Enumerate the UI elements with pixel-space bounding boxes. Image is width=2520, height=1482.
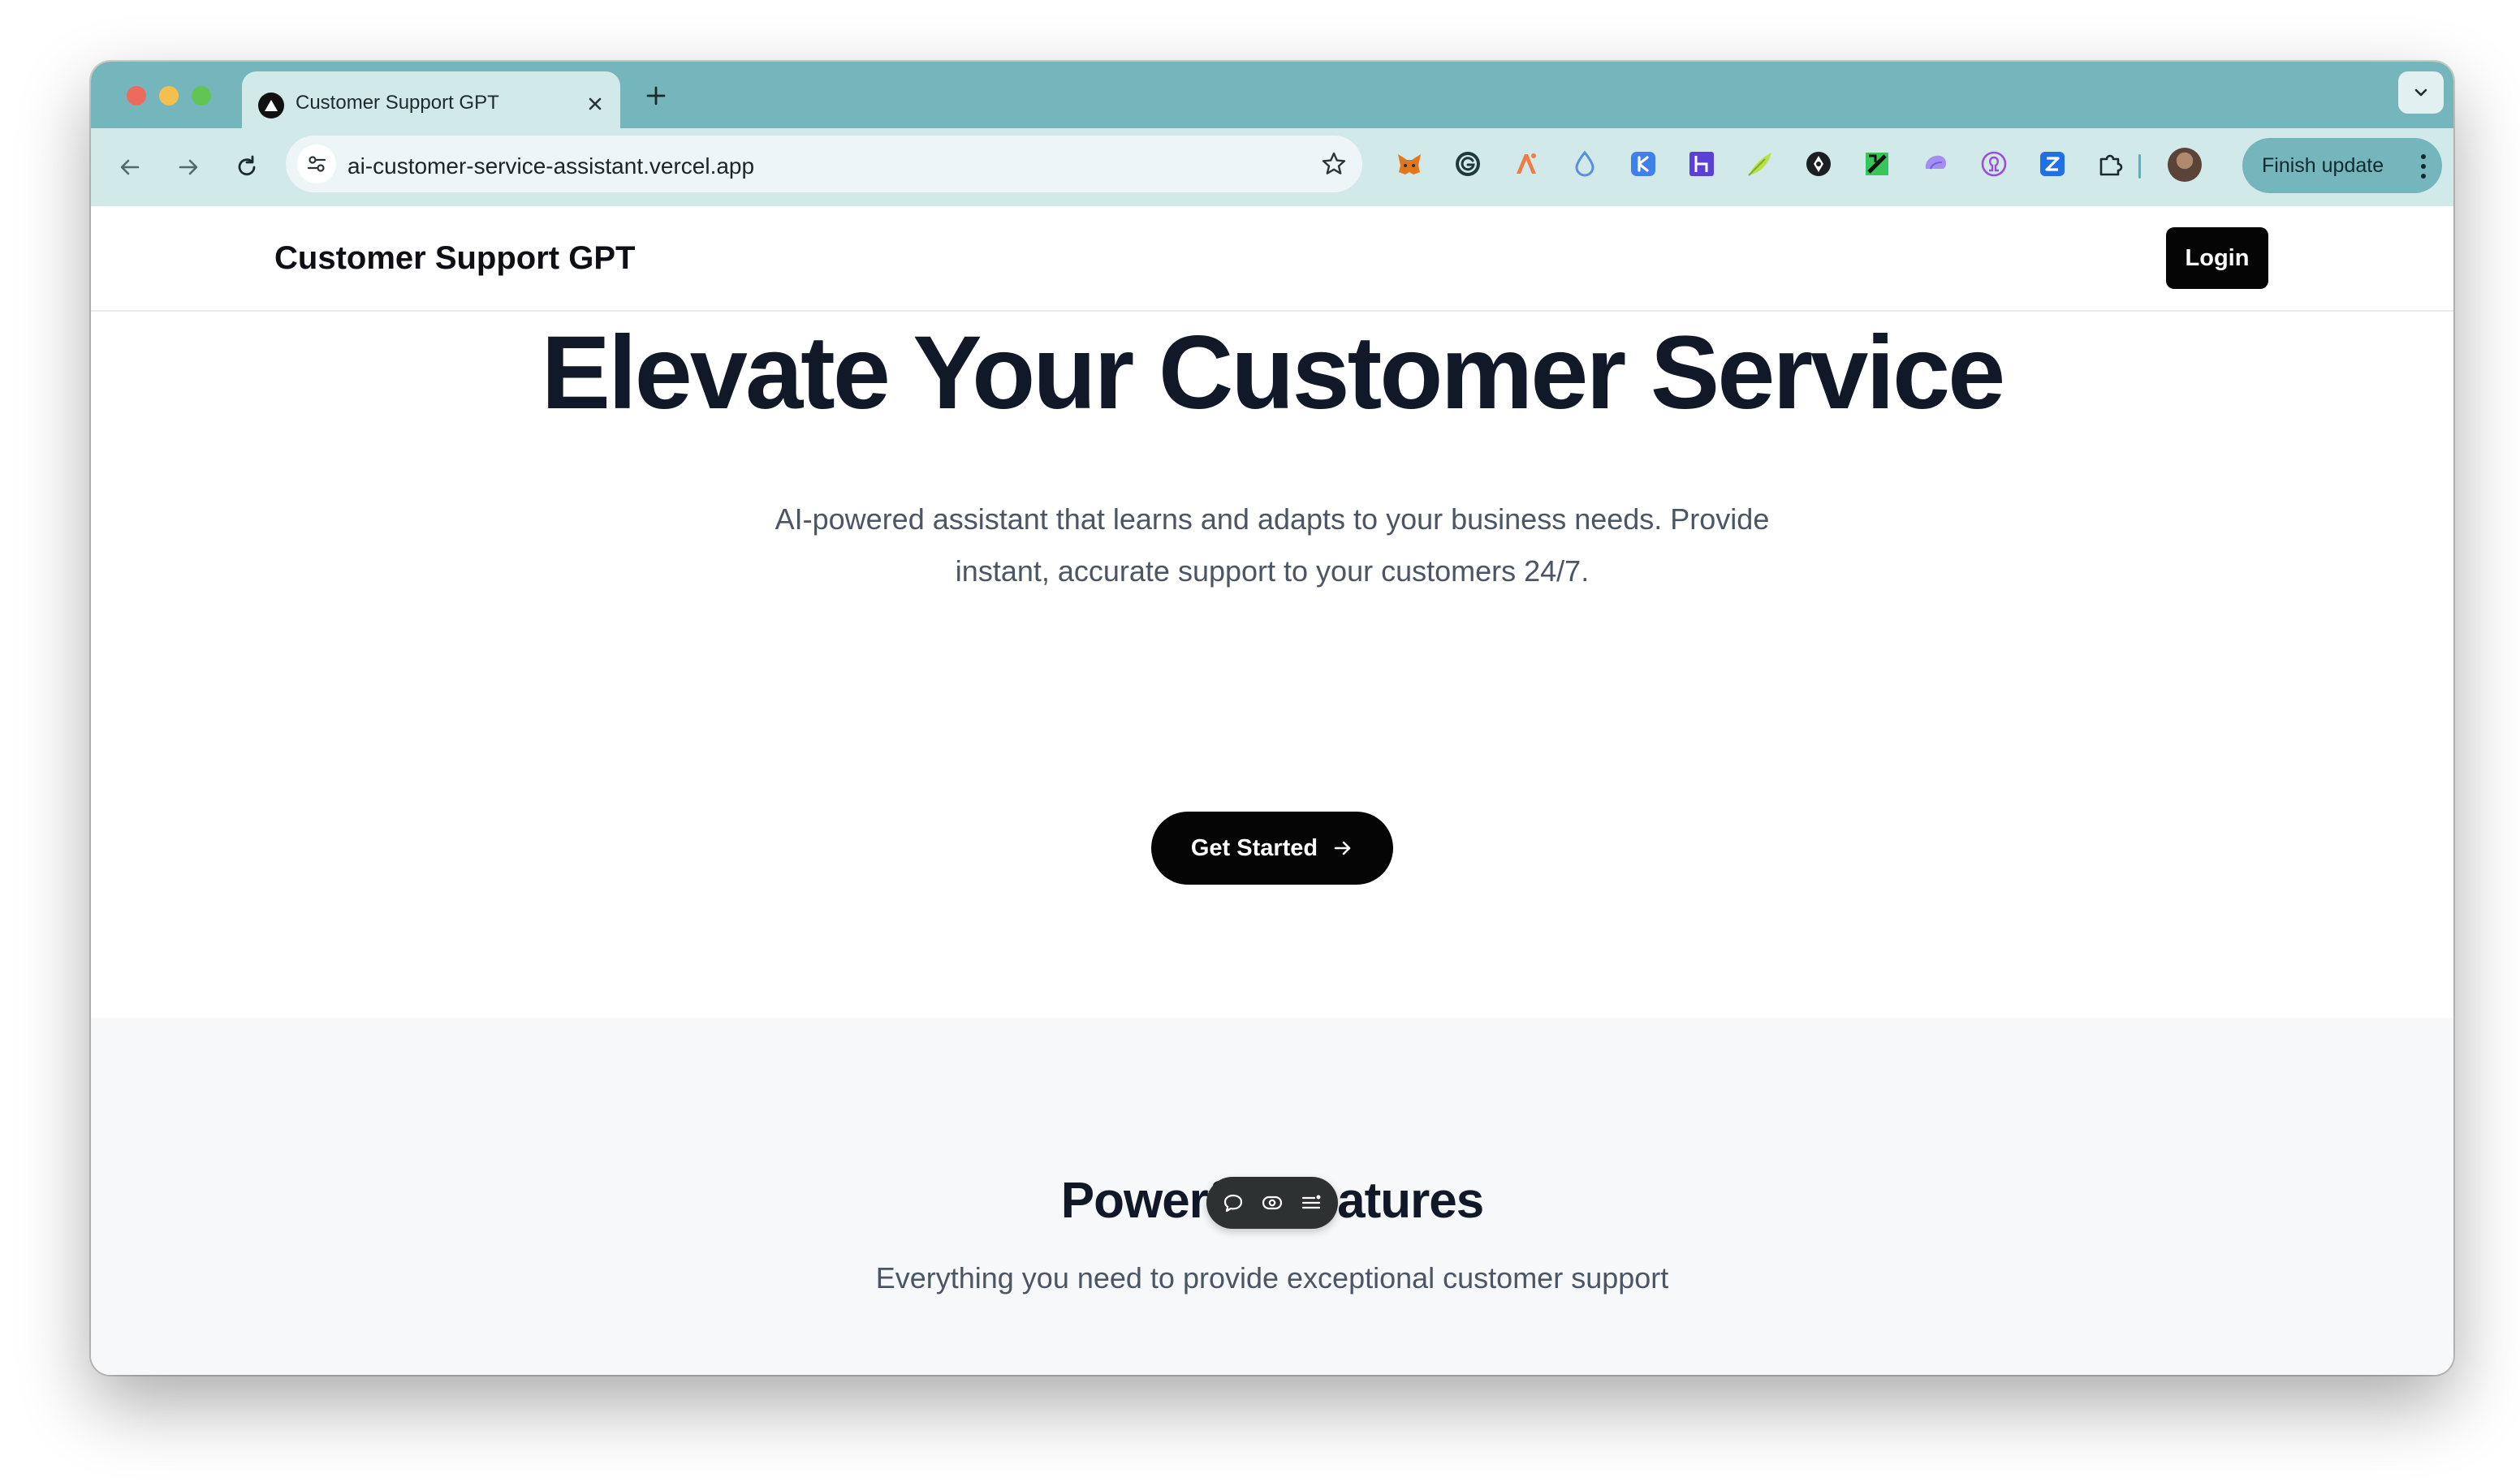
- browser-window: Customer Support GPT ai-customer-service…: [91, 62, 2453, 1375]
- omega-icon[interactable]: [1978, 148, 2010, 180]
- hero-subtitle-line: AI-powered assistant that learns and ada…: [775, 502, 1770, 536]
- h-extension-icon[interactable]: [1685, 148, 1718, 180]
- brand-logo-text[interactable]: Customer Support GPT: [274, 240, 635, 277]
- browser-toolbar: ai-customer-service-assistant.vercel.app: [91, 128, 2453, 208]
- floating-toolbar: [1206, 1177, 1338, 1229]
- leaf-icon[interactable]: [1744, 148, 1776, 180]
- site-settings-icon[interactable]: [297, 144, 336, 183]
- new-tab-icon[interactable]: [641, 81, 671, 110]
- comment-icon[interactable]: [1221, 1191, 1245, 1215]
- url-text[interactable]: ai-customer-service-assistant.vercel.app: [347, 153, 754, 179]
- puzzle-icon[interactable]: [2095, 148, 2127, 180]
- maximize-window-button[interactable]: [192, 86, 211, 106]
- features-subtitle: Everything you need to provide exception…: [875, 1261, 1669, 1295]
- forward-arrow-icon[interactable]: [170, 149, 206, 185]
- get-started-button[interactable]: Get Started: [1151, 812, 1393, 885]
- toolbar-divider: [2138, 154, 2141, 179]
- get-started-label: Get Started: [1190, 834, 1318, 861]
- menu-list-icon[interactable]: [1299, 1191, 1323, 1215]
- bookmark-star-icon[interactable]: [1318, 149, 1349, 179]
- drop-icon[interactable]: [1569, 148, 1601, 180]
- site-header: Customer Support GPT Login: [91, 206, 2453, 312]
- address-bar[interactable]: ai-customer-service-assistant.vercel.app: [286, 136, 1362, 192]
- minimize-window-button[interactable]: [159, 86, 179, 106]
- back-arrow-icon[interactable]: [112, 149, 148, 185]
- tab-search-chevron-icon[interactable]: [2398, 71, 2444, 114]
- eye-toggle-icon[interactable]: [1260, 1191, 1284, 1215]
- z-extension-icon[interactable]: [2036, 148, 2069, 180]
- metamask-icon[interactable]: [1393, 148, 1426, 180]
- grammarly-icon[interactable]: [1452, 148, 1484, 180]
- active-tab[interactable]: Customer Support GPT: [242, 71, 620, 128]
- brain-icon[interactable]: [1919, 148, 1952, 180]
- hero-subtitle: AI-powered assistant that learns and ada…: [91, 493, 2453, 597]
- green-extension-icon[interactable]: [1861, 148, 1893, 180]
- pen-tool-icon[interactable]: [1510, 148, 1543, 180]
- arrow-right-icon: [1334, 841, 1351, 855]
- close-window-button[interactable]: [127, 86, 146, 106]
- tab-title: Customer Support GPT: [296, 92, 499, 114]
- more-menu-icon[interactable]: [2419, 153, 2427, 180]
- hero-title: Elevate Your Customer Service: [541, 315, 2006, 431]
- profile-avatar[interactable]: [2168, 148, 2202, 182]
- tab-strip: Customer Support GPT: [91, 62, 2453, 128]
- login-button[interactable]: Login: [2166, 227, 2268, 289]
- finish-update-button[interactable]: Finish update: [2242, 138, 2442, 193]
- close-tab-icon[interactable]: [583, 92, 607, 116]
- k-extension-icon[interactable]: [1627, 148, 1659, 180]
- hero-subtitle-line: instant, accurate support to your custom…: [955, 554, 1590, 588]
- vercel-favicon-icon: [258, 93, 284, 118]
- finish-update-label: Finish update: [2262, 153, 2384, 177]
- compass-icon[interactable]: [1802, 148, 1835, 180]
- reload-icon[interactable]: [229, 149, 265, 185]
